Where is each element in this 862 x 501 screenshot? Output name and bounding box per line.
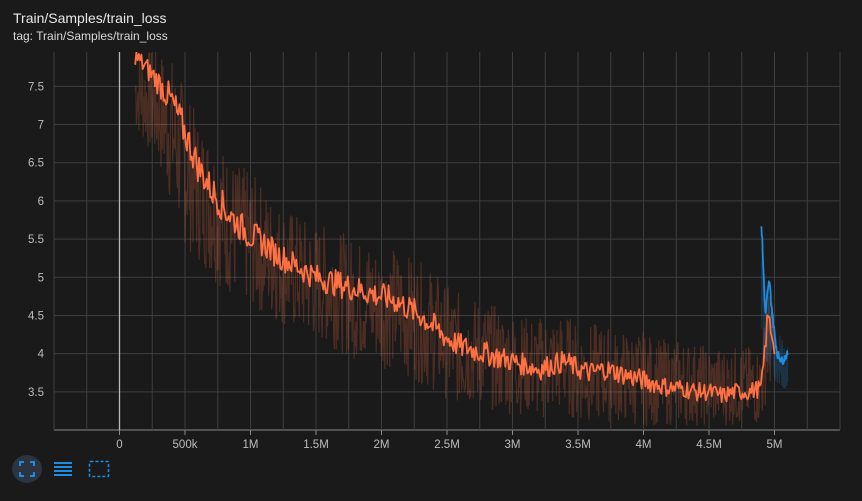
x-tick-label: 2M [374, 439, 390, 450]
x-tick-label: 4M [636, 439, 652, 450]
x-tick-label: 2.5M [434, 439, 460, 450]
toggle-log-scale-button[interactable] [48, 455, 78, 483]
x-tick-label: 5M [767, 439, 783, 450]
y-tick-label: 7 [38, 120, 44, 132]
x-tick-label: 3M [505, 439, 521, 450]
y-tick-label: 4 [38, 349, 45, 361]
x-tick-label: 0 [116, 439, 122, 450]
raw-series-band [134, 52, 789, 426]
x-axis: 0 500k 1M 1.5M 2M 2.5M 3M 3.5M 4M 4.5M 5M [116, 430, 782, 450]
y-axis: 3.5 4 4.5 5 5.5 6 6.5 7 7.5 [28, 81, 45, 398]
y-tick-label: 3.5 [28, 387, 44, 399]
raw-series-line [134, 52, 776, 426]
x-tick-label: 1.5M [303, 439, 329, 450]
smoothed-series [134, 52, 789, 403]
fullscreen-icon [19, 461, 35, 477]
x-tick-label: 3.5M [565, 439, 591, 450]
x-tick-label: 500k [173, 439, 198, 450]
y-tick-label: 6 [38, 196, 44, 208]
y-tick-label: 5 [38, 272, 44, 284]
dashed-box-icon [88, 460, 110, 478]
chart-toolbar [12, 455, 114, 483]
y-tick-label: 6.5 [28, 158, 44, 170]
selection-zoom-button[interactable] [84, 455, 114, 483]
lines-icon [54, 462, 72, 476]
x-tick-label: 1M [243, 439, 259, 450]
loss-chart[interactable]: 3.5 4 4.5 5 5.5 6 6.5 7 7.5 0 500k 1M 1.5M 2M 2.5M 3M 3… [0, 0, 862, 450]
x-tick-label: 4.5M [696, 439, 722, 450]
y-tick-label: 7.5 [28, 81, 44, 93]
y-tick-label: 5.5 [28, 234, 44, 246]
fit-domain-button[interactable] [12, 455, 42, 483]
y-tick-label: 4.5 [28, 310, 44, 322]
